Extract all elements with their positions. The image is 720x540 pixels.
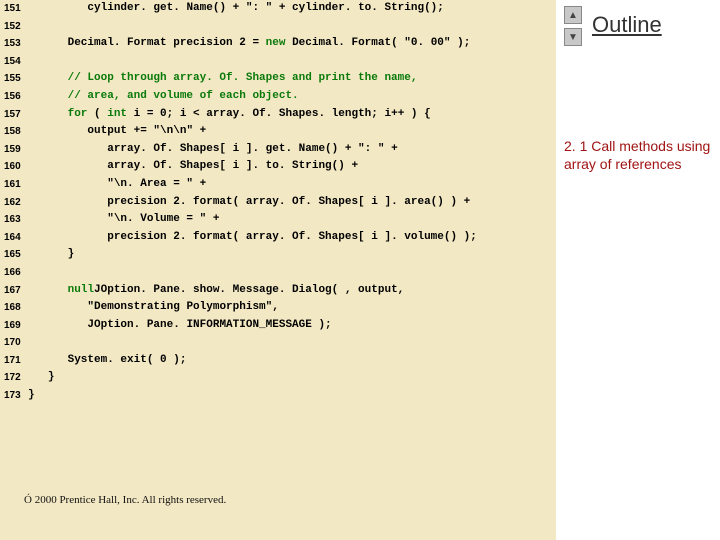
- line-number: 163: [0, 211, 28, 229]
- line-number: 167: [0, 282, 28, 300]
- code-line: 153 Decimal. Format precision 2 = new De…: [0, 35, 556, 53]
- code-text: }: [28, 369, 54, 387]
- code-text: Decimal. Format precision 2 = new Decima…: [28, 35, 470, 53]
- code-line: 159 array. Of. Shapes[ i ]. get. Name() …: [0, 141, 556, 159]
- code-line: 155 // Loop through array. Of. Shapes an…: [0, 70, 556, 88]
- code-line: 172 }: [0, 369, 556, 387]
- code-line: 151 cylinder. get. Name() + ": " + cylin…: [0, 0, 556, 18]
- chevron-down-icon: ▼: [568, 32, 578, 43]
- code-text: "\n. Volume = " +: [28, 211, 219, 229]
- line-number: 151: [0, 0, 28, 18]
- right-pane: ▲ ▼ Outline 2. 1 Call methods using arra…: [556, 0, 720, 540]
- code-text: array. Of. Shapes[ i ]. to. String() +: [28, 158, 358, 176]
- code-line: 169 JOption. Pane. INFORMATION_MESSAGE )…: [0, 317, 556, 335]
- line-number: 162: [0, 194, 28, 212]
- code-line: 160 array. Of. Shapes[ i ]. to. String()…: [0, 158, 556, 176]
- code-line: 171 System. exit( 0 );: [0, 352, 556, 370]
- nav-up-button[interactable]: ▲: [564, 6, 582, 24]
- line-number: 157: [0, 106, 28, 124]
- outline-title: Outline: [592, 12, 662, 38]
- outline-row: ▲ ▼ Outline: [564, 6, 714, 46]
- nav-down-button[interactable]: ▼: [564, 28, 582, 46]
- line-number: 153: [0, 35, 28, 53]
- line-number: 164: [0, 229, 28, 247]
- line-number: 173: [0, 387, 28, 405]
- code-line: 168 "Demonstrating Polymorphism",: [0, 299, 556, 317]
- line-number: 155: [0, 70, 28, 88]
- line-number: 161: [0, 176, 28, 194]
- line-number: 169: [0, 317, 28, 335]
- code-line: 163 "\n. Volume = " +: [0, 211, 556, 229]
- code-line: 157 for ( int i = 0; i < array. Of. Shap…: [0, 106, 556, 124]
- line-number: 159: [0, 141, 28, 159]
- code-line: 162 precision 2. format( array. Of. Shap…: [0, 194, 556, 212]
- code-line: 167 nullJOption. Pane. show. Message. Di…: [0, 282, 556, 300]
- annotation-text: 2. 1 Call methods using array of referen…: [564, 138, 714, 173]
- code-text: System. exit( 0 );: [28, 352, 186, 370]
- line-number: 172: [0, 369, 28, 387]
- code-text: }: [28, 387, 35, 405]
- code-text: precision 2. format( array. Of. Shapes[ …: [28, 229, 477, 247]
- line-number: 156: [0, 88, 28, 106]
- code-line: 166: [0, 264, 556, 282]
- code-line: 161 "\n. Area = " +: [0, 176, 556, 194]
- code-text: }: [28, 246, 87, 264]
- code-text: "Demonstrating Polymorphism",: [28, 299, 279, 317]
- slide: 151 cylinder. get. Name() + ": " + cylin…: [0, 0, 720, 540]
- line-number: 168: [0, 299, 28, 317]
- code-line: 158 output += "\n\n" +: [0, 123, 556, 141]
- code-text: array. Of. Shapes[ i ]. get. Name() + ":…: [28, 141, 398, 159]
- code-text: for ( int i = 0; i < array. Of. Shapes. …: [28, 106, 431, 124]
- code-pane: 151 cylinder. get. Name() + ": " + cylin…: [0, 0, 556, 540]
- code-line: 165 }: [0, 246, 556, 264]
- line-number: 152: [0, 18, 28, 36]
- code-text: precision 2. format( array. Of. Shapes[ …: [28, 194, 470, 212]
- code-text: JOption. Pane. INFORMATION_MESSAGE );: [28, 317, 332, 335]
- line-number: 165: [0, 246, 28, 264]
- code-text: output += "\n\n" +: [28, 123, 206, 141]
- code-text: // Loop through array. Of. Shapes and pr…: [28, 70, 417, 88]
- chevron-up-icon: ▲: [568, 10, 578, 21]
- code-line: 170: [0, 334, 556, 352]
- line-number: 170: [0, 334, 28, 352]
- code-text: // area, and volume of each object.: [28, 88, 299, 106]
- code-line: 152: [0, 18, 556, 36]
- code-text: nullJOption. Pane. show. Message. Dialog…: [28, 282, 404, 300]
- code-line: 173}: [0, 387, 556, 405]
- line-number: 166: [0, 264, 28, 282]
- code-text: "\n. Area = " +: [28, 176, 206, 194]
- line-number: 171: [0, 352, 28, 370]
- line-number: 158: [0, 123, 28, 141]
- code-text: cylinder. get. Name() + ": " + cylinder.…: [28, 0, 444, 18]
- copyright-footer: Ó 2000 Prentice Hall, Inc. All rights re…: [24, 494, 226, 506]
- line-number: 154: [0, 53, 28, 71]
- line-number: 160: [0, 158, 28, 176]
- nav-buttons: ▲ ▼: [564, 6, 584, 46]
- code-line: 164 precision 2. format( array. Of. Shap…: [0, 229, 556, 247]
- code-line: 154: [0, 53, 556, 71]
- code-line: 156 // area, and volume of each object.: [0, 88, 556, 106]
